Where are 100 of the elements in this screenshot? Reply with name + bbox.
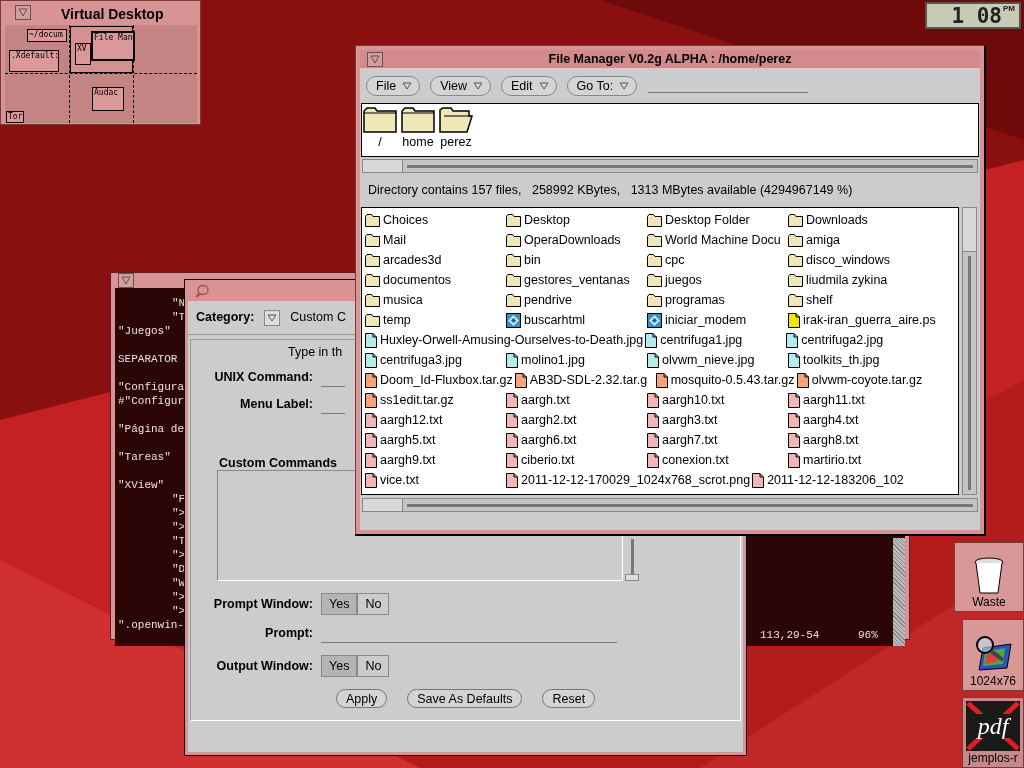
file-item[interactable]: Choices [365,210,506,230]
file-item[interactable]: Desktop [506,210,647,230]
file-item[interactable]: aargh11.txt [788,390,929,410]
file-item[interactable]: toolkits_th.jpg [788,350,929,370]
choice-button[interactable]: Yes [321,655,358,677]
file-icon [788,312,800,328]
file-item[interactable]: buscarhtml [506,310,647,330]
mini-window[interactable]: XV [75,43,91,65]
file-item[interactable]: disco_windows [788,250,929,270]
file-item[interactable]: gestores_ventanas [506,270,647,290]
horizontal-scrollbar[interactable] [362,498,978,512]
file-item[interactable]: aargh5.txt [365,430,506,450]
file-item[interactable]: mosquito-0.5.43.tar.gz [655,370,797,390]
file-item[interactable]: aargh.txt [506,390,647,410]
dialog-button[interactable]: Apply [336,689,388,708]
mini-window[interactable]: .Xdefault: [9,50,59,72]
file-item[interactable]: Mail [365,230,506,250]
dialog-button[interactable]: Reset [542,689,596,708]
file-item[interactable]: juegos [647,270,788,290]
file-item[interactable]: aargh6.txt [506,430,647,450]
folder-icon [506,273,521,287]
menu-button[interactable] [118,273,134,288]
file-item[interactable]: Desktop Folder [647,210,788,230]
file-icon [788,412,800,428]
file-item[interactable]: musica [365,290,506,310]
file-item[interactable]: Downloads [788,210,929,230]
file-icon [647,352,659,368]
mini-window[interactable]: Audac [92,87,124,111]
file-item[interactable]: aargh12.txt [365,410,506,430]
file-item[interactable]: Doom_Id-Fluxbox.tar.gz [365,370,515,390]
file-item[interactable]: OperaDownloads [506,230,647,250]
menu-button[interactable] [15,5,31,20]
file-item[interactable]: World Machine Docu [647,230,788,250]
file-item[interactable]: aargh3.txt [647,410,788,430]
file-item[interactable]: pendrive [506,290,647,310]
mini-window[interactable]: File Man [91,31,135,61]
file-item[interactable]: Huxley-Orwell-Amusing-Ourselves-to-Death.jpg [365,330,646,350]
field-label: UNIX Command: [213,369,314,386]
field-label: Prompt Window: [212,595,314,613]
folder-icon [788,293,803,307]
menu-button[interactable] [367,52,383,67]
file-icon [786,332,799,348]
file-item[interactable]: molino1.jpg [506,350,647,370]
vertical-scrollbar[interactable] [962,207,977,495]
vertical-scrollbar[interactable] [625,539,639,581]
file-item[interactable]: shelf [788,290,929,310]
file-item[interactable]: 2011-12-12-183206_102 [752,470,906,490]
horizontal-scrollbar[interactable] [362,159,978,173]
file-item[interactable]: cpc [647,250,788,270]
file-item[interactable]: centrifuga3.jpg [365,350,506,370]
file-item[interactable]: centrifuga2.jpg [786,330,928,350]
file-item[interactable]: temp [365,310,506,330]
dialog-button[interactable]: Save As Defaults [407,689,523,708]
category-menu-button[interactable] [264,309,281,326]
file-icon [365,472,377,488]
file-item[interactable]: aargh4.txt [788,410,929,430]
file-item[interactable]: 2011-12-12-170029_1024x768_scrot.png [506,470,753,490]
file-item[interactable]: centrifuga1.jpg [645,330,787,350]
path-folder[interactable]: / [363,107,397,151]
choice-button[interactable]: No [357,593,390,615]
file-item[interactable]: martirio.txt [788,450,929,470]
menu-button[interactable]: Go To: [566,76,638,96]
file-item[interactable]: irak-iran_guerra_aire.ps [788,310,938,330]
file-item[interactable]: ss1edit.tar.gz [365,390,506,410]
file-icon [752,472,765,488]
file-icon [514,372,527,388]
vertical-scrollbar[interactable] [893,538,905,646]
mini-window[interactable]: Tor [6,111,24,123]
file-item[interactable]: aargh9.txt [365,450,506,470]
file-item[interactable]: aargh8.txt [788,430,929,450]
file-item[interactable]: iniciar_modem [647,310,788,330]
file-item[interactable]: aargh2.txt [506,410,647,430]
mini-window[interactable]: ~/docum [27,29,67,42]
file-item[interactable]: bin [506,250,647,270]
file-item[interactable]: conexion.txt [647,450,788,470]
file-item[interactable]: olvwm-coyote.tar.gz [796,370,938,390]
file-icon [506,412,518,428]
file-item[interactable]: liudmila zykina [788,270,929,290]
file-item[interactable]: vice.txt [365,470,506,490]
desktop-icon[interactable]: Waste [954,542,1024,612]
path-folder[interactable]: home [401,107,435,151]
file-item[interactable]: aargh10.txt [647,390,788,410]
file-item[interactable]: aargh7.txt [647,430,788,450]
choice-button[interactable]: Yes [321,593,358,615]
menu-button[interactable]: Edit [501,76,557,96]
file-item[interactable]: documentos [365,270,506,290]
menu-button[interactable]: View [430,76,492,96]
file-item[interactable]: AB3D-SDL-2.32.tar.g [514,370,656,390]
file-item[interactable]: arcades3d [365,250,506,270]
file-item[interactable]: amiga [788,230,929,250]
menu-button[interactable]: File [366,76,421,96]
desktop-map[interactable]: ~/docum .Xdefault: XV File Man Audac Tor [5,25,197,123]
file-item[interactable]: olvwm_nieve.jpg [647,350,788,370]
file-item[interactable]: programas [647,290,788,310]
file-item[interactable]: ciberio.txt [506,450,647,470]
category-label: Category: [196,309,255,327]
desktop-icon[interactable]: 1024x76 [962,619,1024,691]
desktop-icon[interactable]: pdf jemplos-r [962,697,1024,768]
path-folder[interactable]: perez [439,107,473,151]
choice-button[interactable]: No [357,655,390,677]
